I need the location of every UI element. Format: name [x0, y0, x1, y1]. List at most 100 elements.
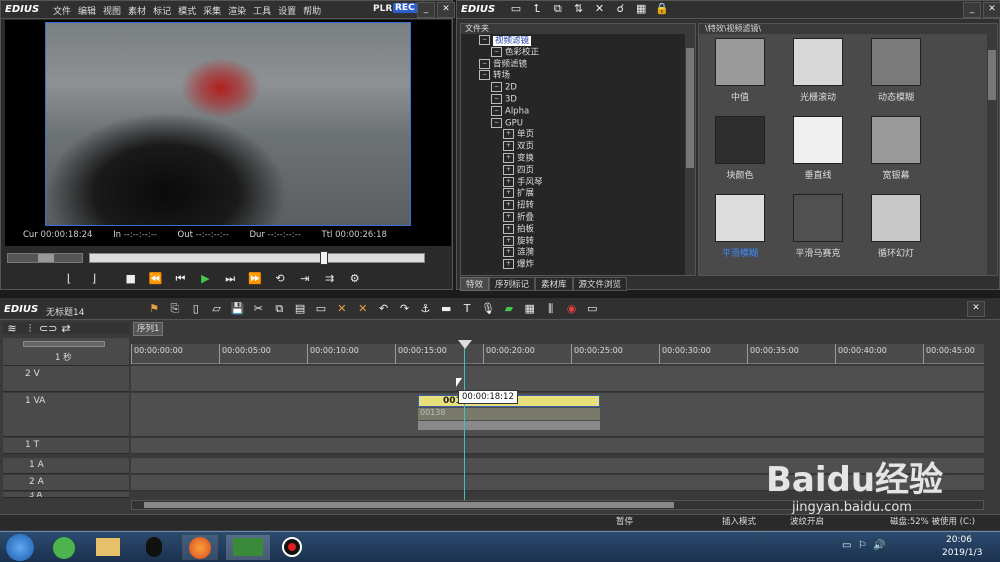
track-lane-1t[interactable] — [131, 438, 984, 454]
tree-item[interactable]: + 变换 — [479, 152, 695, 165]
shuttle-handle[interactable] — [38, 254, 54, 262]
tree-item[interactable]: − GPU — [479, 117, 695, 130]
tree-item[interactable]: + 扭转 — [479, 200, 695, 212]
shuttle-slider[interactable] — [7, 253, 83, 263]
clock-date[interactable]: 2019/1/3 — [942, 548, 982, 558]
zoom-slider[interactable] — [23, 341, 105, 347]
close-icon[interactable]: ✕ — [967, 301, 985, 317]
effect-item[interactable]: 循环幻灯 — [861, 194, 931, 259]
step-back-icon[interactable]: ⏮ — [173, 271, 189, 287]
stop-icon[interactable]: ■ — [123, 271, 139, 287]
tab-source-browser[interactable]: 源文件浏览 — [572, 277, 628, 291]
fast-forward-icon[interactable]: ⏩ — [247, 271, 263, 287]
tree-item[interactable]: + 手风琴 — [479, 176, 695, 189]
effect-item[interactable]: 中值 — [705, 38, 775, 103]
tree-item[interactable]: − 转场 — [479, 70, 695, 82]
effect-item[interactable]: 宽银幕 — [861, 116, 931, 181]
undo-icon[interactable]: ↶ — [375, 302, 393, 315]
scroll-thumb[interactable] — [686, 48, 694, 168]
delete-icon[interactable]: ✕ — [591, 2, 609, 15]
plr-toggle[interactable]: PLR — [373, 4, 392, 14]
record-icon[interactable]: ◉ — [563, 302, 581, 315]
sync-icon[interactable]: ⇄ — [57, 322, 75, 335]
effect-item[interactable]: 平滑马赛克 — [783, 194, 853, 259]
properties-icon[interactable]: ☌ — [611, 2, 629, 15]
menu-item[interactable]: 模式 — [178, 7, 196, 17]
mark-out-icon[interactable]: ⌋ — [86, 271, 102, 287]
menu-item[interactable]: 素材 — [128, 7, 146, 17]
menu-item[interactable]: 采集 — [203, 7, 221, 17]
replace-icon[interactable]: ▭ — [312, 302, 330, 315]
copy-icon[interactable]: ⧉ — [270, 302, 288, 316]
scroll-thumb[interactable] — [988, 50, 996, 100]
flag-icon[interactable]: ⚐ — [858, 540, 867, 551]
start-button[interactable] — [6, 534, 34, 561]
track-tool-icon[interactable]: ≋ — [3, 322, 21, 335]
loop-icon[interactable]: ⟲ — [272, 271, 288, 287]
speaker-icon[interactable]: 🔊 — [873, 540, 885, 551]
track-header-1t[interactable]: 1 T — [3, 438, 129, 454]
taskbar-app-edius[interactable] — [226, 535, 270, 560]
insert-to-timeline-icon[interactable]: ⇥ — [297, 271, 313, 287]
marker-icon[interactable]: ⚓ — [416, 302, 434, 315]
effect-item[interactable]: 垂直线 — [783, 116, 853, 181]
scroll-thumb[interactable] — [144, 502, 674, 508]
tree-item[interactable]: − Alpha — [479, 105, 695, 118]
tree-item[interactable]: + 四页 — [479, 164, 695, 177]
overwrite-to-timeline-icon[interactable]: ⇉ — [322, 271, 338, 287]
text-icon[interactable]: T — [458, 302, 476, 315]
effect-item[interactable]: 动态模糊 — [861, 38, 931, 103]
snapshot-icon[interactable]: ⎘ — [166, 302, 184, 316]
redo-icon[interactable]: ↷ — [396, 302, 414, 315]
tree-item[interactable]: + 扩展 — [479, 188, 695, 200]
taskbar-app-recorder[interactable] — [274, 535, 310, 560]
layout-icon[interactable]: ▦ — [632, 2, 650, 15]
playhead-handle[interactable] — [458, 340, 472, 349]
mode-icon[interactable]: ⚑ — [145, 302, 163, 315]
grid-icon[interactable]: ▦ — [521, 302, 539, 315]
tree-item[interactable]: −3D — [479, 93, 695, 106]
audio-clip[interactable]: 00138 — [418, 408, 600, 420]
step-forward-icon[interactable]: ⏭ — [222, 271, 238, 287]
view-icon[interactable]: ⧉ — [549, 2, 567, 16]
save-icon[interactable]: 💾 — [229, 302, 247, 315]
taskbar-app-explorer[interactable] — [90, 535, 126, 560]
sequence-tab[interactable]: 序列1 — [133, 322, 163, 336]
effect-item[interactable]: 平滑模糊 — [705, 194, 775, 259]
tree-item[interactable]: + 拍板 — [479, 223, 695, 236]
tree-item[interactable]: + 双页 — [479, 141, 695, 153]
paste-icon[interactable]: ▤ — [291, 302, 309, 315]
delete-icon[interactable]: ✕ — [333, 302, 351, 315]
tree-item[interactable]: + 旋转 — [479, 235, 695, 248]
up-folder-icon[interactable]: ⮤ — [528, 2, 546, 16]
menu-item[interactable]: 帮助 — [303, 7, 321, 17]
tree-item[interactable]: + 爆炸 — [479, 259, 695, 271]
menu-item[interactable]: 编辑 — [78, 7, 96, 17]
tree-item[interactable]: + 折叠 — [479, 211, 695, 224]
position-scrubber[interactable] — [89, 251, 425, 265]
play-icon[interactable]: ▶ — [197, 271, 213, 287]
network-icon[interactable]: ▭ — [842, 540, 851, 551]
microphone-icon[interactable]: 🎙 — [479, 302, 497, 315]
track-lane-2v[interactable] — [131, 366, 984, 392]
minimize-icon[interactable]: _ — [417, 2, 435, 18]
trim-icon[interactable]: ▬ — [437, 302, 455, 315]
sort-icon[interactable]: ⇅ — [570, 2, 588, 15]
folder-icon[interactable]: ▭ — [507, 2, 525, 15]
track-header-2a[interactable]: 2 A — [3, 475, 129, 491]
tree-item[interactable]: + 涟漪 — [479, 247, 695, 259]
effect-item[interactable]: 块颜色 — [705, 116, 775, 181]
timescale-select[interactable]: 1 秒 — [55, 351, 72, 363]
track-header-2v[interactable]: 2 V — [3, 366, 129, 392]
track-header-1va[interactable]: 1 VA — [3, 393, 129, 437]
minimize-icon[interactable]: _ — [963, 2, 981, 18]
menu-item[interactable]: 设置 — [278, 7, 296, 17]
rewind-icon[interactable]: ⏪ — [148, 271, 164, 287]
clock-time[interactable]: 20:06 — [946, 535, 972, 545]
tree-item[interactable]: − 视频滤镜 — [479, 35, 695, 47]
tree-item[interactable]: − 音频滤镜 — [479, 58, 695, 71]
taskbar-app-firefox[interactable] — [182, 535, 218, 560]
link-icon[interactable]: ⊂⊃ — [39, 322, 57, 335]
render-icon[interactable]: ▰ — [500, 302, 518, 315]
menu-item[interactable]: 渲染 — [228, 7, 246, 17]
